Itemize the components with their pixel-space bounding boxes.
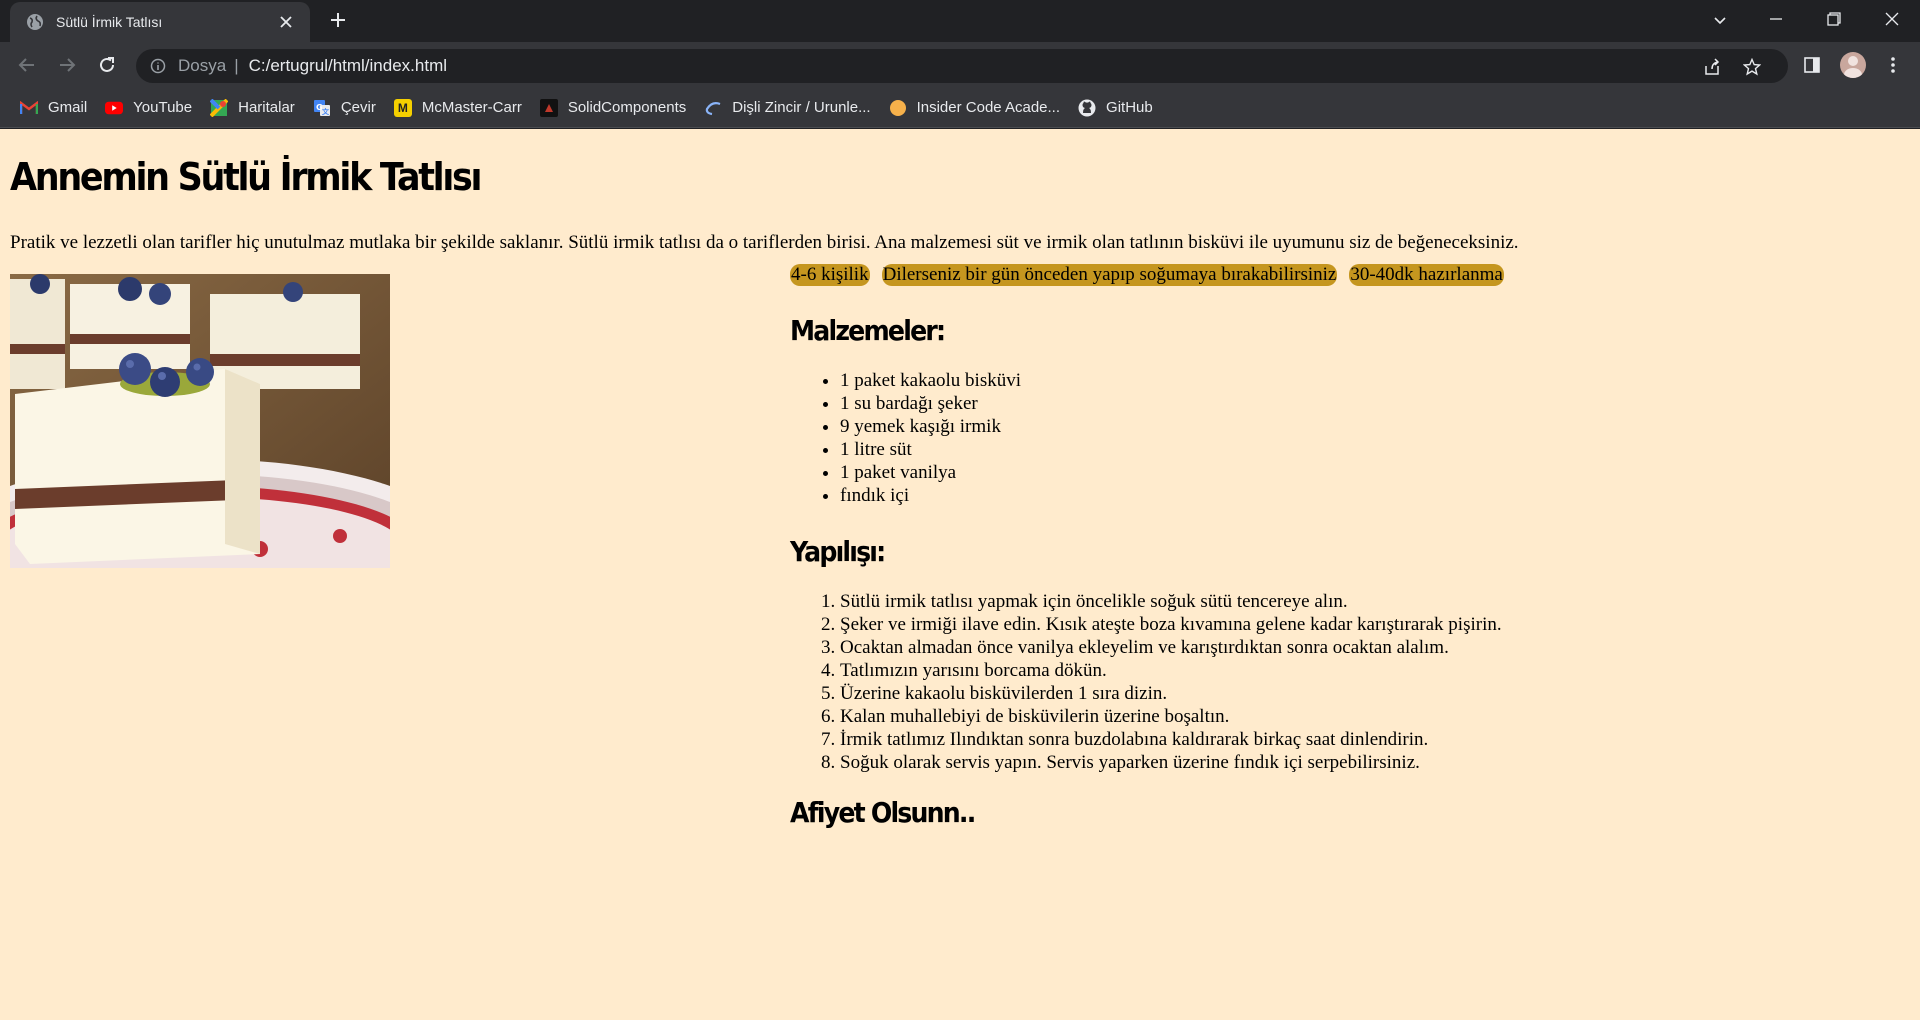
bookmark-youtube[interactable]: YouTube <box>101 93 200 123</box>
steps-heading: Yapılışı: <box>790 535 886 568</box>
restore-icon <box>1827 12 1841 26</box>
bookmark-disli-zincir[interactable]: Dişli Zincir / Urunle... <box>700 93 878 123</box>
recipe-tags: 4-6 kişilik Dilerseniz bir gün önceden y… <box>790 264 1890 286</box>
bookmark-label: McMaster-Carr <box>421 99 522 116</box>
bookmark-github[interactable]: GitHub <box>1074 93 1161 123</box>
ingredient-item: fındık içi <box>840 484 1890 507</box>
gmail-icon <box>20 99 38 117</box>
intro-paragraph: Pratik ve lezzetli olan tarifler hiç unu… <box>10 232 1519 253</box>
ingredients-heading: Malzemeler: <box>790 314 946 347</box>
bookmark-label: Çevir <box>340 99 376 116</box>
bookmark-gmail[interactable]: Gmail <box>16 93 95 123</box>
chevron-down-icon <box>1714 17 1726 25</box>
close-window-button[interactable] <box>1864 0 1920 38</box>
close-tab-icon[interactable] <box>276 12 296 32</box>
arrow-right-icon <box>60 58 76 72</box>
bookmark-star-button[interactable] <box>1740 55 1764 79</box>
svg-text:文: 文 <box>322 107 330 116</box>
ingredient-item: 9 yemek kaşığı irmik <box>840 415 1890 438</box>
address-bar[interactable]: Dosya | C:/ertugrul/html/index.html <box>136 49 1788 83</box>
side-panel-button[interactable] <box>1796 49 1828 81</box>
bookmark-label: GitHub <box>1106 99 1153 116</box>
tab-title: Sütlü İrmik Tatlısı <box>56 14 163 30</box>
tab-search-button[interactable] <box>1708 8 1732 32</box>
toolbar: Dosya | C:/ertugrul/html/index.html <box>0 42 1920 88</box>
ingredient-item: 1 paket vanilya <box>840 461 1890 484</box>
dessert-photo <box>10 274 390 568</box>
avatar <box>1840 52 1866 78</box>
step-item: Soğuk olarak servis yapın. Servis yapark… <box>840 751 1890 774</box>
bookmark-label: Gmail <box>48 99 88 116</box>
page-viewport: Annemin Sütlü İrmik Tatlısı Pratik ve le… <box>0 129 1920 1020</box>
ingredients-list: 1 paket kakaolu bisküvi 1 su bardağı şek… <box>790 369 1890 507</box>
maps-icon <box>210 98 229 117</box>
globe-icon <box>26 13 44 31</box>
bookmark-label: Haritalar <box>238 99 295 116</box>
bookmark-label: Insider Code Acade... <box>916 99 1061 116</box>
step-item: Ocaktan almadan önce vanilya ekleyelim v… <box>840 636 1890 659</box>
ingredient-item: 1 paket kakaolu bisküvi <box>840 369 1890 392</box>
menu-button[interactable] <box>1877 49 1909 81</box>
bookmark-mcmaster[interactable]: M McMaster-Carr <box>390 93 530 123</box>
solidcomponents-icon <box>539 98 558 117</box>
bookmark-insider[interactable]: Insider Code Acade... <box>885 93 1068 123</box>
step-item: İrmik tatlımız Ilındıktan sonra buzdolab… <box>840 728 1890 751</box>
minimize-icon <box>1770 18 1782 20</box>
url-scheme-label: Dosya <box>178 56 227 75</box>
restore-button[interactable] <box>1806 0 1862 38</box>
share-icon <box>1705 58 1720 75</box>
bookmark-solidcomponents[interactable]: SolidComponents <box>536 93 694 123</box>
bookmarks-bar: Gmail YouTube Haritalar G文 Çevir M McMas… <box>0 88 1920 128</box>
bookmark-label: Dişli Zincir / Urunle... <box>732 99 871 116</box>
reload-button[interactable] <box>91 49 123 81</box>
share-button[interactable] <box>1700 55 1724 79</box>
star-icon <box>1743 58 1761 76</box>
youtube-icon <box>105 99 124 117</box>
back-button[interactable] <box>11 49 43 81</box>
ingredient-item: 1 su bardağı şeker <box>840 392 1890 415</box>
profile-button[interactable] <box>1837 49 1869 81</box>
mcmaster-icon: M <box>393 98 412 117</box>
step-item: Şeker ve irmiği ilave edin. Kısık ateşte… <box>840 613 1890 636</box>
closing-heading: Afiyet Olsunn.. <box>790 796 976 829</box>
gear-chain-icon <box>704 99 722 117</box>
minimize-button[interactable] <box>1748 0 1804 38</box>
translate-icon: G文 <box>313 99 331 117</box>
bookmark-label: SolidComponents <box>567 99 687 116</box>
bookmark-cevir[interactable]: G文 Çevir <box>309 93 384 123</box>
ingredient-item: 1 litre süt <box>840 438 1890 461</box>
steps-list: Sütlü irmik tatlısı yapmak için öncelikl… <box>790 590 1890 774</box>
arrow-left-icon <box>18 58 34 72</box>
new-tab-button[interactable] <box>326 8 350 32</box>
step-item: Tatlımızın yarısını borcama dökün. <box>840 659 1890 682</box>
tag-servings: 4-6 kişilik <box>790 264 870 286</box>
url-text[interactable]: C:/ertugrul/html/index.html <box>249 56 447 76</box>
bookmark-haritalar[interactable]: Haritalar <box>206 93 303 123</box>
insider-icon <box>889 99 907 117</box>
recipe-details: 4-6 kişilik Dilerseniz bir gün önceden y… <box>790 264 1890 829</box>
step-item: Sütlü irmik tatlısı yapmak için öncelikl… <box>840 590 1890 613</box>
tag-prep-time: 30-40dk hazırlanma <box>1349 264 1504 286</box>
forward-button[interactable] <box>51 49 83 81</box>
step-item: Üzerine kakaolu bisküvilerden 1 sıra diz… <box>840 682 1890 705</box>
reload-icon <box>100 57 114 72</box>
close-icon <box>1885 12 1899 26</box>
plus-icon <box>331 13 345 27</box>
github-icon <box>1078 99 1096 117</box>
page-title: Annemin Sütlü İrmik Tatlısı <box>10 155 483 199</box>
browser-tab[interactable]: Sütlü İrmik Tatlısı <box>10 2 310 42</box>
info-icon[interactable] <box>150 58 166 74</box>
side-panel-icon <box>1804 57 1820 73</box>
kebab-menu-icon <box>1891 57 1895 73</box>
tab-strip: Sütlü İrmik Tatlısı <box>0 0 1920 42</box>
tag-tip: Dilerseniz bir gün önceden yapıp soğumay… <box>881 264 1338 286</box>
bookmark-label: YouTube <box>133 99 193 116</box>
url-separator: | <box>234 56 239 75</box>
step-item: Kalan muhallebiyi de bisküvilerin üzerin… <box>840 705 1890 728</box>
